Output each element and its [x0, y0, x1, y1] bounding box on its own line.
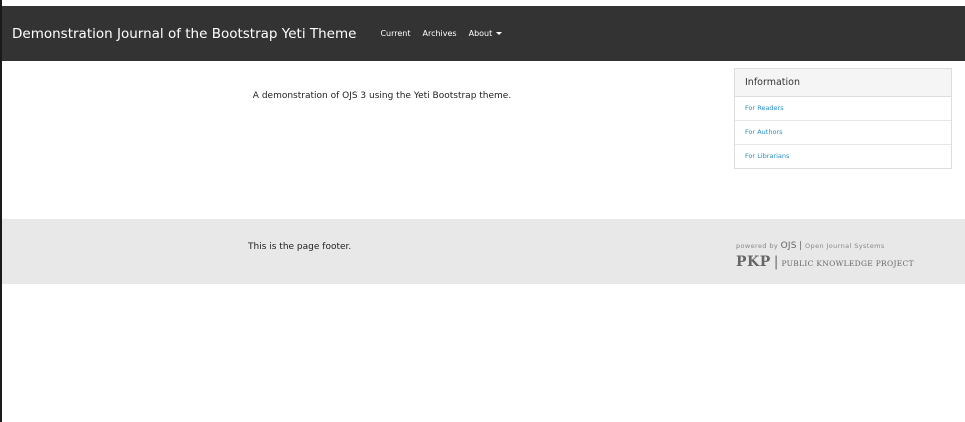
page-frame: Demonstration Journal of the Bootstrap Y… — [0, 0, 965, 422]
separator-bar: | — [799, 241, 803, 251]
nav-item-current[interactable]: Current — [380, 29, 410, 38]
sidebar-link-for-librarians[interactable]: For Librarians — [735, 145, 951, 168]
nav-item-archives[interactable]: Archives — [423, 29, 457, 38]
sidebar-title: Information — [735, 69, 951, 97]
nav-item-label: Archives — [422, 29, 457, 38]
journal-description: A demonstration of OJS 3 using the Yeti … — [252, 91, 512, 101]
journal-brand-link[interactable]: Demonstration Journal of the Bootstrap Y… — [12, 26, 356, 42]
sidebar-information-block: Information For Readers For Authors For … — [734, 68, 952, 169]
caret-down-icon — [496, 32, 503, 35]
top-navbar: Demonstration Journal of the Bootstrap Y… — [2, 6, 965, 61]
separator-bar: | — [773, 254, 779, 270]
powered-prefix: powered by — [736, 242, 779, 250]
nav-item-label: Current — [380, 29, 411, 38]
sidebar-link-for-authors[interactable]: For Authors — [735, 121, 951, 145]
nav-item-about-dropdown[interactable]: About — [469, 29, 503, 38]
nav-item-label: About — [468, 29, 493, 38]
pkp-full-name: PUBLIC KNOWLEDGE PROJECT — [781, 259, 914, 268]
ojs-full-name: Open Journal Systems — [805, 242, 885, 250]
footer-text: This is the page footer. — [248, 242, 352, 252]
sidebar-link-for-readers[interactable]: For Readers — [735, 97, 951, 121]
ojs-logo-text: OJS — [780, 241, 797, 251]
pkp-logo-text: PKP — [736, 254, 771, 270]
powered-by-ojs-link[interactable]: powered by OJS | Open Journal Systems — [736, 241, 885, 251]
page-footer: This is the page footer. powered by OJS … — [2, 219, 965, 284]
pkp-logo-link[interactable]: PKP | PUBLIC KNOWLEDGE PROJECT — [736, 251, 914, 270]
